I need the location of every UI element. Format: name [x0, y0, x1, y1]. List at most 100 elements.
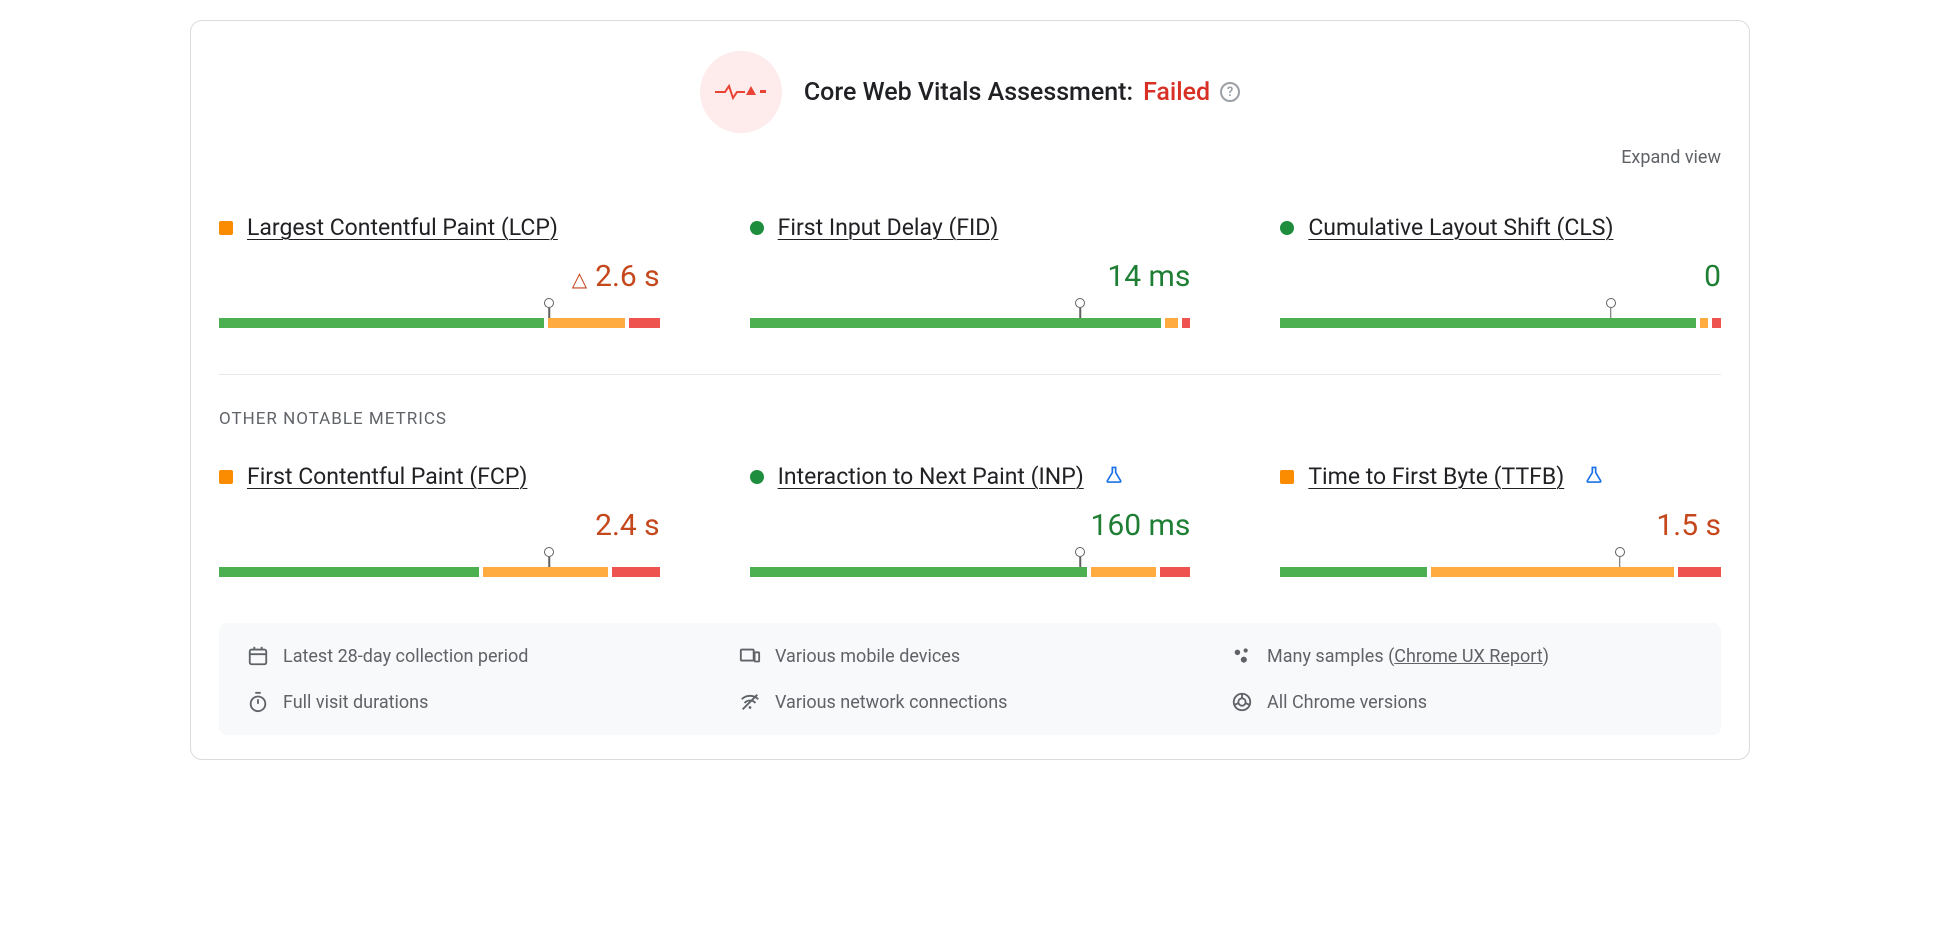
bar-segment-orange	[1091, 567, 1156, 577]
devices-icon	[739, 645, 761, 667]
metric-head: Interaction to Next Paint (INP)	[750, 463, 1191, 490]
percentile-marker	[1606, 298, 1616, 308]
metric-value-row: 14 ms	[750, 259, 1191, 294]
footer-durations-text: Full visit durations	[283, 692, 428, 713]
bar-segment-red	[1182, 318, 1191, 328]
chrome-ux-report-link[interactable]: Chrome UX Report	[1394, 646, 1542, 667]
metric-head: First Contentful Paint (FCP)	[219, 463, 660, 490]
metric-value: 14 ms	[1107, 259, 1190, 294]
metric-head: Time to First Byte (TTFB)	[1280, 463, 1721, 490]
metric-value-row: △ 2.6 s	[219, 259, 660, 294]
expand-view-button[interactable]: Expand view	[1621, 147, 1721, 168]
bar-segment-red	[612, 567, 660, 577]
metric-value: 2.4 s	[595, 508, 660, 543]
bar-segment-green	[1280, 567, 1427, 577]
metric-name-link[interactable]: Interaction to Next Paint (INP)	[778, 463, 1084, 490]
percentile-marker	[544, 547, 554, 557]
bar-segment-red	[1678, 567, 1721, 577]
footer-network: Various network connections	[739, 691, 1201, 713]
other-metrics-grid: First Contentful Paint (FCP) 2.4 s Interac…	[219, 463, 1721, 577]
footer-chrome: All Chrome versions	[1231, 691, 1693, 713]
vitals-status-icon	[700, 51, 782, 133]
core-metrics-grid: Largest Contentful Paint (LCP) △ 2.6 s Firs…	[219, 214, 1721, 328]
section-divider	[219, 374, 1721, 375]
metric-inp: Interaction to Next Paint (INP) 160 ms	[750, 463, 1191, 577]
bar-segment-green	[1280, 318, 1695, 328]
metric-value-row: 160 ms	[750, 508, 1191, 543]
status-square-icon	[219, 221, 233, 235]
other-metrics-heading: OTHER NOTABLE METRICS	[219, 409, 1721, 429]
metric-fcp: First Contentful Paint (FCP) 2.4 s	[219, 463, 660, 577]
bar-segment-green	[750, 318, 1161, 328]
footer-network-text: Various network connections	[775, 692, 1007, 713]
metric-head: First Input Delay (FID)	[750, 214, 1191, 241]
distribution-bar	[1280, 308, 1721, 328]
footer-samples: Many samples (Chrome UX Report)	[1231, 645, 1693, 667]
bar-segment-red	[1712, 318, 1721, 328]
metric-value-row: 1.5 s	[1280, 508, 1721, 543]
percentile-marker	[1075, 547, 1085, 557]
status-circle-icon	[750, 470, 764, 484]
status-square-icon	[219, 470, 233, 484]
metric-value-row: 0	[1280, 259, 1721, 294]
percentile-marker	[1615, 547, 1625, 557]
bar-segment-green	[750, 567, 1087, 577]
assessment-header: Core Web Vitals Assessment: Failed ?	[219, 51, 1721, 133]
percentile-marker	[544, 298, 554, 308]
distribution-bar	[750, 557, 1191, 577]
assessment-title-prefix: Core Web Vitals Assessment:	[804, 78, 1133, 107]
vitals-card: Core Web Vitals Assessment: Failed ? Exp…	[190, 20, 1750, 760]
samples-icon	[1231, 645, 1253, 667]
metric-name-link[interactable]: Largest Contentful Paint (LCP)	[247, 214, 558, 241]
calendar-icon	[247, 645, 269, 667]
status-square-icon	[1280, 470, 1294, 484]
footer-chrome-text: All Chrome versions	[1267, 692, 1427, 713]
distribution-bar	[1280, 557, 1721, 577]
warning-triangle-icon: △	[572, 267, 587, 291]
bar-segment-green	[219, 318, 544, 328]
chrome-icon	[1231, 691, 1253, 713]
metric-head: Cumulative Layout Shift (CLS)	[1280, 214, 1721, 241]
distribution-bar	[219, 557, 660, 577]
metric-fid: First Input Delay (FID) 14 ms	[750, 214, 1191, 328]
bar-segment-red	[629, 318, 659, 328]
bar-segment-orange	[1431, 567, 1673, 577]
bar-segment-green	[219, 567, 479, 577]
footer-collection-period: Latest 28-day collection period	[247, 645, 709, 667]
metric-value: 2.6 s	[595, 259, 660, 294]
metric-name-link[interactable]: First Input Delay (FID)	[778, 214, 999, 241]
footer-devices: Various mobile devices	[739, 645, 1201, 667]
network-icon	[739, 691, 761, 713]
footer-durations: Full visit durations	[247, 691, 709, 713]
experimental-flask-icon	[1104, 465, 1124, 489]
experimental-flask-icon	[1584, 465, 1604, 489]
metric-value: 0	[1704, 259, 1721, 294]
metric-cls: Cumulative Layout Shift (CLS) 0	[1280, 214, 1721, 328]
metric-name-link[interactable]: Cumulative Layout Shift (CLS)	[1308, 214, 1613, 241]
assessment-title: Core Web Vitals Assessment: Failed ?	[804, 78, 1240, 107]
distribution-bar	[750, 308, 1191, 328]
metric-value-row: 2.4 s	[219, 508, 660, 543]
expand-row: Expand view	[219, 147, 1721, 168]
stopwatch-icon	[247, 691, 269, 713]
status-circle-icon	[1280, 221, 1294, 235]
bar-segment-orange	[483, 567, 608, 577]
metric-value: 1.5 s	[1656, 508, 1721, 543]
bar-segment-orange	[1700, 318, 1709, 328]
metric-lcp: Largest Contentful Paint (LCP) △ 2.6 s	[219, 214, 660, 328]
bar-segment-orange	[1165, 318, 1178, 328]
bar-segment-orange	[548, 318, 626, 328]
help-icon[interactable]: ?	[1220, 82, 1240, 102]
metric-name-link[interactable]: Time to First Byte (TTFB)	[1308, 463, 1564, 490]
metric-name-link[interactable]: First Contentful Paint (FCP)	[247, 463, 527, 490]
context-footer: Latest 28-day collection period Various …	[219, 623, 1721, 735]
footer-devices-text: Various mobile devices	[775, 646, 960, 667]
metric-ttfb: Time to First Byte (TTFB) 1.5 s	[1280, 463, 1721, 577]
percentile-marker	[1075, 298, 1085, 308]
footer-collection-text: Latest 28-day collection period	[283, 646, 528, 667]
metric-value: 160 ms	[1091, 508, 1191, 543]
metric-head: Largest Contentful Paint (LCP)	[219, 214, 660, 241]
assessment-status: Failed	[1143, 78, 1210, 107]
distribution-bar	[219, 308, 660, 328]
status-circle-icon	[750, 221, 764, 235]
